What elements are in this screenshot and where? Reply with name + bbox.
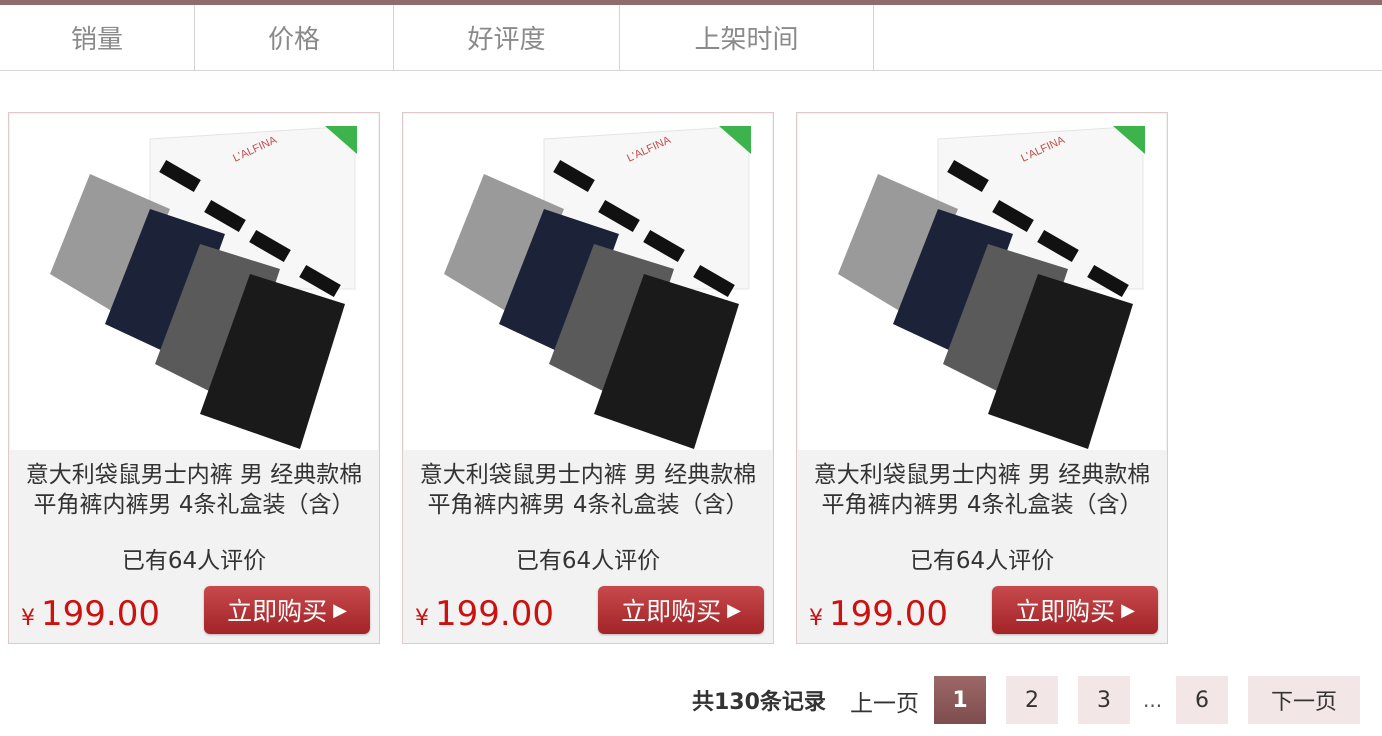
buy-now-button[interactable]: 立即购买 ▶ — [598, 586, 764, 634]
currency-symbol: ¥ — [415, 606, 429, 631]
sort-tab-sales[interactable]: 销量 — [0, 5, 195, 70]
play-arrow-icon: ▶ — [1121, 599, 1135, 621]
price-value: 199.00 — [829, 594, 948, 634]
page-button-6[interactable]: 6 — [1176, 676, 1228, 724]
product-image[interactable]: L'ALFINA — [798, 114, 1166, 450]
page-button-2[interactable]: 2 — [1006, 676, 1058, 724]
sort-tab-rating[interactable]: 好评度 — [394, 5, 620, 70]
product-card[interactable]: L'ALFINA 意大利袋鼠男士内裤 男 经典款棉平角裤内裤男 4条礼盒装（含）… — [796, 112, 1168, 644]
sort-bar: 销量 价格 好评度 上架时间 — [0, 5, 1382, 71]
product-card[interactable]: L'ALFINA 意大利袋鼠男士内裤 男 经典款棉平角裤内裤男 4条礼盒装（含）… — [402, 112, 774, 644]
product-title[interactable]: 意大利袋鼠男士内裤 男 经典款棉平角裤内裤男 4条礼盒装（含） — [803, 460, 1161, 520]
currency-symbol: ¥ — [809, 606, 823, 631]
pagination-ellipsis: ... — [1143, 688, 1163, 712]
page-button-3[interactable]: 3 — [1078, 676, 1130, 724]
play-arrow-icon: ▶ — [333, 599, 347, 621]
product-price: ¥199.00 — [415, 594, 554, 634]
pagination-total: 共130条记录 — [692, 690, 826, 715]
product-price: ¥199.00 — [809, 594, 948, 634]
pagination-next[interactable]: 下一页 — [1248, 676, 1360, 724]
review-count: 已有64人评价 — [515, 548, 661, 574]
currency-symbol: ¥ — [21, 606, 35, 631]
buy-button-label: 立即购买 — [621, 597, 722, 626]
product-title[interactable]: 意大利袋鼠男士内裤 男 经典款棉平角裤内裤男 4条礼盒装（含） — [15, 460, 373, 520]
pagination-prev[interactable]: 上一页 — [850, 684, 919, 718]
review-count: 已有64人评价 — [909, 548, 1055, 574]
price-value: 199.00 — [435, 594, 554, 634]
play-arrow-icon: ▶ — [727, 599, 741, 621]
price-value: 199.00 — [41, 594, 160, 634]
product-title[interactable]: 意大利袋鼠男士内裤 男 经典款棉平角裤内裤男 4条礼盒装（含） — [409, 460, 767, 520]
buy-button-label: 立即购买 — [1015, 597, 1116, 626]
sort-tab-price[interactable]: 价格 — [195, 5, 394, 70]
sort-tab-listing-time[interactable]: 上架时间 — [620, 5, 874, 70]
buy-button-label: 立即购买 — [227, 597, 328, 626]
product-price: ¥199.00 — [21, 594, 160, 634]
buy-now-button[interactable]: 立即购买 ▶ — [992, 586, 1158, 634]
product-image[interactable]: L'ALFINA — [10, 114, 378, 450]
buy-now-button[interactable]: 立即购买 ▶ — [204, 586, 370, 634]
review-count: 已有64人评价 — [121, 548, 267, 574]
page-button-1[interactable]: 1 — [934, 676, 986, 724]
product-card[interactable]: L'ALFINA 意大利袋鼠男士内裤 男 经典款棉平角裤内裤男 4条礼盒装（含）… — [8, 112, 380, 644]
product-image[interactable]: L'ALFINA — [404, 114, 772, 450]
